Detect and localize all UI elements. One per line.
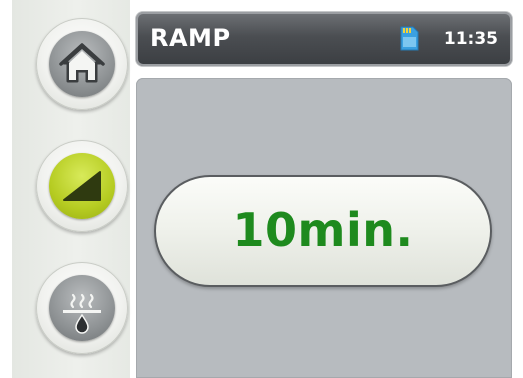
ramp-button-face <box>49 153 115 219</box>
home-button-face <box>49 31 115 97</box>
clock-time: 11:35 <box>443 29 498 49</box>
ramp-icon <box>63 171 101 201</box>
ramp-time-button[interactable]: 10min. <box>154 175 492 287</box>
steam-drip-button[interactable] <box>36 262 128 354</box>
ramp-button[interactable] <box>36 140 128 232</box>
header-bar: RAMP 11:35 <box>136 12 512 66</box>
steam-drip-button-face <box>49 275 115 341</box>
page-title: RAMP <box>150 24 231 52</box>
steam-drip-icon <box>63 293 101 334</box>
sd-card-icon <box>400 26 419 51</box>
ramp-time-value: 10min. <box>232 203 414 257</box>
home-button[interactable] <box>36 18 128 110</box>
main-panel: 10min. <box>136 78 512 378</box>
sidebar <box>12 0 130 378</box>
home-icon <box>59 43 105 83</box>
device-screen: RAMP 11:35 10min. <box>0 0 523 378</box>
